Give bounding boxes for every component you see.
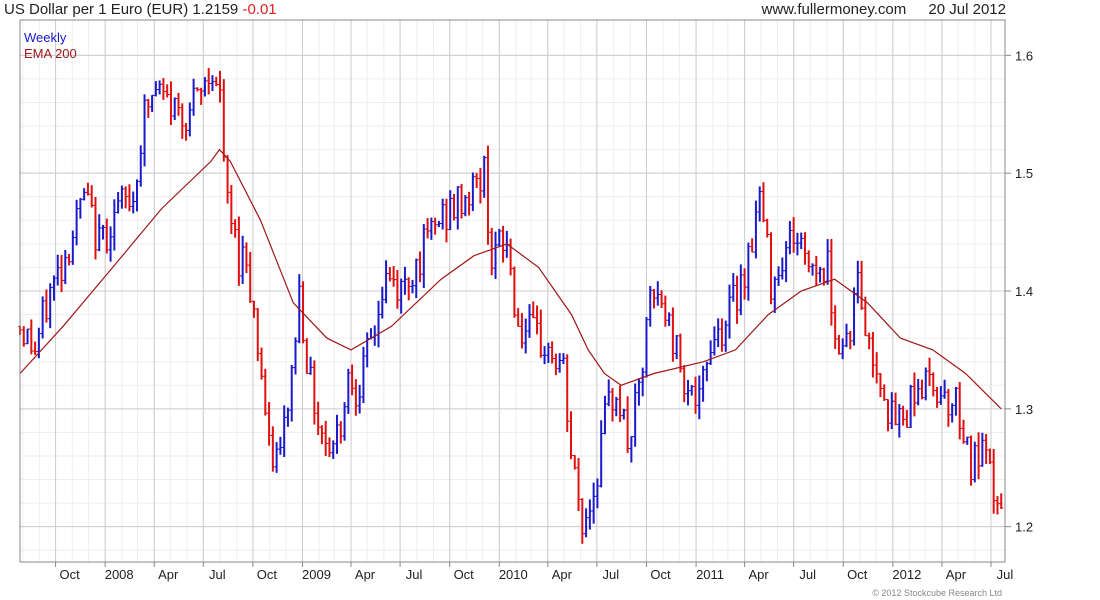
- x-tick-label: Apr: [355, 567, 376, 582]
- x-tick-label: 2009: [302, 567, 331, 582]
- x-tick-label: Oct: [650, 567, 671, 582]
- y-tick-label: 1.3: [1015, 402, 1033, 417]
- y-tick-label: 1.2: [1015, 520, 1033, 535]
- price-bars: [18, 68, 1004, 544]
- ema-line-group: [19, 148, 1002, 410]
- y-tick-label: 1.5: [1015, 166, 1033, 181]
- x-tick-label: Oct: [257, 567, 278, 582]
- copyright-text: © 2012 Stockcube Research Ltd: [872, 588, 1002, 598]
- chart-legend: Weekly EMA 200: [24, 30, 77, 61]
- x-tick-label: Apr: [158, 567, 179, 582]
- x-tick-label: 2010: [499, 567, 528, 582]
- x-tick-label: Oct: [454, 567, 475, 582]
- x-tick-label: Jul: [406, 567, 423, 582]
- legend-weekly: Weekly: [24, 30, 67, 45]
- legend-ema: EMA 200: [24, 46, 77, 61]
- axes: 1.2 1.3 1.4 1.5 1.6 Oct 2008 Apr Jul Oct 2009 Apr Ju…: [19, 19, 1033, 582]
- ema-200-line: [19, 148, 1002, 410]
- x-tick-label: Jul: [209, 567, 226, 582]
- x-tick-label: 2008: [105, 567, 134, 582]
- x-tick-label: Jul: [799, 567, 816, 582]
- x-tick-label: Apr: [946, 567, 967, 582]
- x-tick-label: Jul: [603, 567, 620, 582]
- y-tick-label: 1.4: [1015, 284, 1033, 299]
- x-tick-label: Oct: [847, 567, 868, 582]
- x-tick-label: 2012: [892, 567, 921, 582]
- x-tick-label: Jul: [997, 567, 1014, 582]
- x-tick-label: Apr: [748, 567, 769, 582]
- x-tick-label: Apr: [552, 567, 573, 582]
- x-tick-label: Oct: [59, 567, 80, 582]
- x-tick-label: 2011: [696, 567, 724, 582]
- y-tick-label: 1.6: [1015, 48, 1033, 63]
- chart-canvas: 1.2 1.3 1.4 1.5 1.6 Oct 2008 Apr Jul Oct 2009 Apr Ju…: [18, 19, 1033, 582]
